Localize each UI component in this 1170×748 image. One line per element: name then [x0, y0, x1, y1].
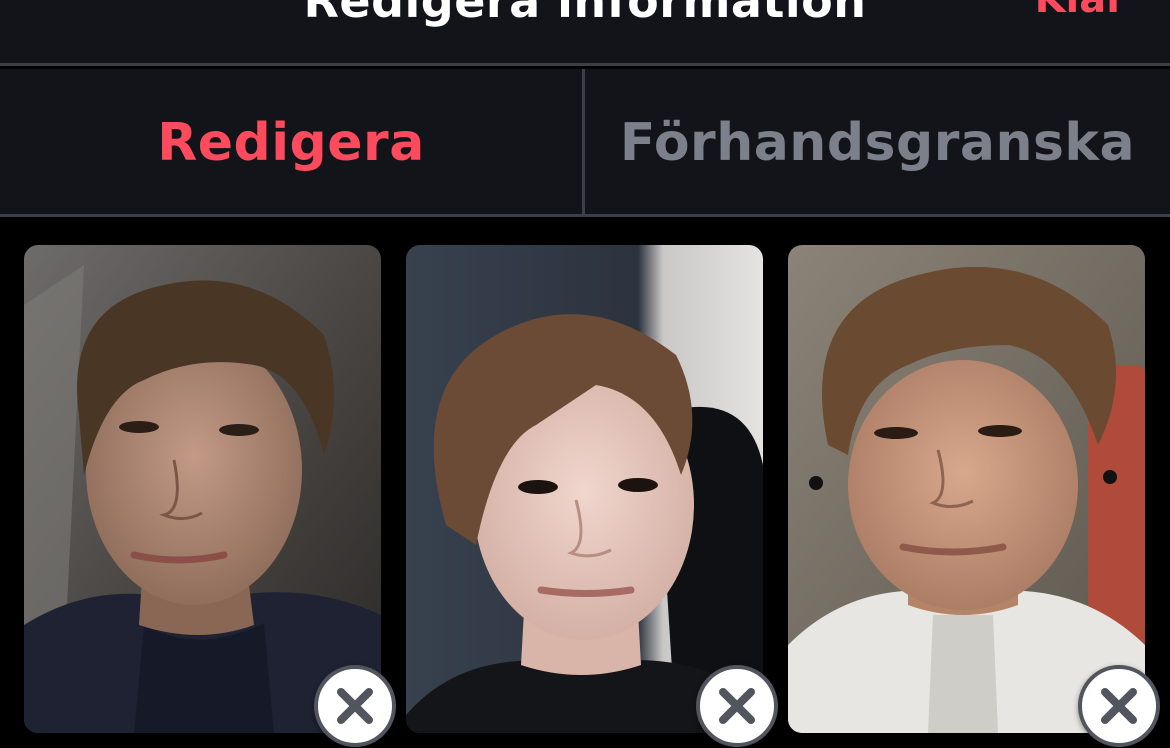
close-icon [337, 688, 373, 724]
photo-grid [0, 220, 1170, 748]
remove-photo-3-button[interactable] [1078, 665, 1160, 747]
tab-edit[interactable]: Redigera [0, 69, 582, 217]
profile-photo-2[interactable] [406, 245, 763, 733]
top-bar: Redigera information Klar [0, 0, 1170, 66]
tab-bar: Redigera Förhandsgranska [0, 69, 1170, 217]
profile-photo-3[interactable] [788, 245, 1145, 733]
remove-photo-2-button[interactable] [696, 665, 778, 747]
profile-photo-2-image [406, 245, 763, 733]
close-icon [719, 688, 755, 724]
profile-photo-1[interactable] [24, 245, 381, 733]
close-icon [1101, 688, 1137, 724]
remove-photo-1-button[interactable] [314, 665, 396, 747]
done-button[interactable]: Klar [1035, 0, 1126, 22]
page-title: Redigera information [303, 0, 867, 28]
tab-preview[interactable]: Förhandsgranska [585, 69, 1170, 217]
edit-profile-screen: Redigera information Klar Redigera Förha… [0, 0, 1170, 748]
profile-photo-1-image [24, 245, 381, 733]
profile-photo-3-image [788, 245, 1145, 733]
